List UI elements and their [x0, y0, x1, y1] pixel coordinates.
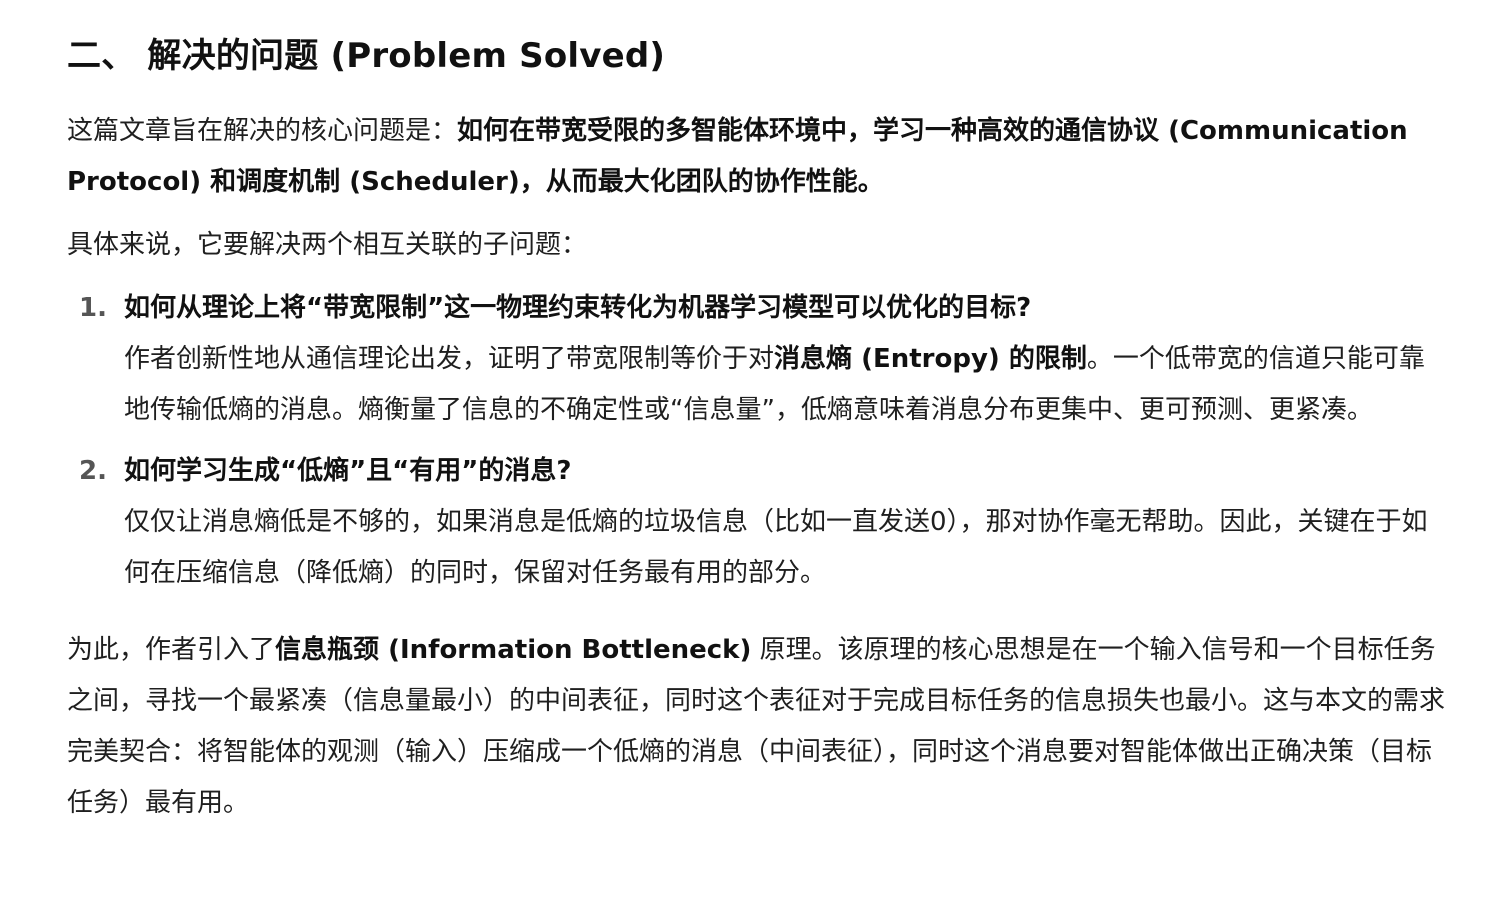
list-item-title: 如何从理论上将“带宽限制”这一物理约束转化为机器学习模型可以优化的目标? — [124, 293, 1032, 323]
list-item-body: 作者创新性地从通信理论出发，证明了带宽限制等价于对消息熵 (Entropy) 的… — [124, 334, 1450, 436]
document-page: 二、 解决的问题 (Problem Solved) 这篇文章旨在解决的核心问题是… — [0, 0, 1510, 912]
list-item-title: 如何学习生成“低熵”且“有用”的消息? — [124, 456, 572, 486]
sub-problem-list: 1. 如何从理论上将“带宽限制”这一物理约束转化为机器学习模型可以优化的目标? … — [67, 283, 1450, 599]
closing-paragraph: 为此，作者引入了信息瓶颈 (Information Bottleneck) 原理… — [67, 625, 1450, 829]
closing-emphasis: 信息瓶颈 (Information Bottleneck) — [275, 635, 752, 665]
list-item: 2. 如何学习生成“低熵”且“有用”的消息? 仅仅让消息熵低是不够的，如果消息是… — [67, 446, 1450, 599]
intro-paragraph: 这篇文章旨在解决的核心问题是：如何在带宽受限的多智能体环境中，学习一种高效的通信… — [67, 106, 1450, 208]
sub-problems-lead: 具体来说，它要解决两个相互关联的子问题： — [67, 230, 588, 260]
list-item-number: 1. — [79, 293, 107, 323]
intro-lead-text: 这篇文章旨在解决的核心问题是： — [67, 116, 458, 146]
section-heading: 二、 解决的问题 (Problem Solved) — [67, 36, 666, 76]
list-item-body: 仅仅让消息熵低是不够的，如果消息是低熵的垃圾信息（比如一直发送0），那对协作毫无… — [124, 507, 1428, 588]
list-item: 1. 如何从理论上将“带宽限制”这一物理约束转化为机器学习模型可以优化的目标? … — [67, 283, 1450, 436]
closing-text: 为此，作者引入了 — [67, 635, 276, 665]
list-item-number: 2. — [79, 456, 107, 486]
list-item-body-text: 作者创新性地从通信理论出发，证明了带宽限制等价于对 — [124, 344, 775, 374]
list-item-body-emphasis: 消息熵 (Entropy) 的限制 — [774, 344, 1087, 374]
